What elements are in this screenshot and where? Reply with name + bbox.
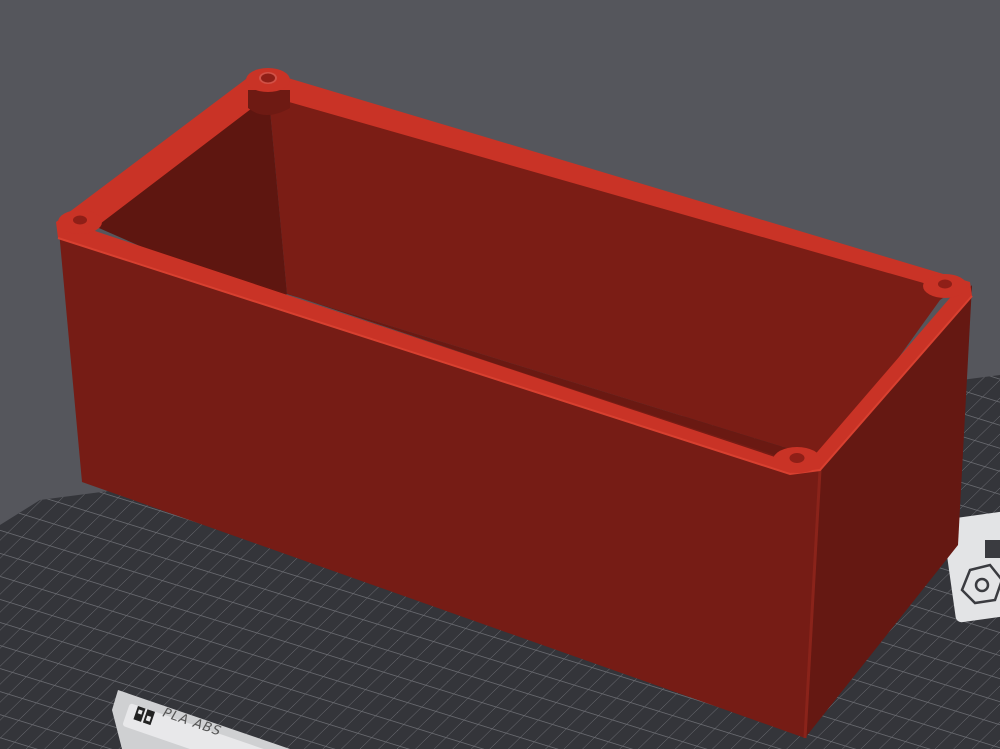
mounting-hole-front-left: [58, 210, 102, 234]
mounting-hole-back-right: [923, 274, 967, 298]
square-icon[interactable]: [985, 540, 1000, 558]
mounting-hole-back-left: [246, 68, 290, 115]
3d-viewport[interactable]: PLA ABS: [0, 0, 1000, 749]
mounting-hole-front-right: [773, 447, 821, 473]
